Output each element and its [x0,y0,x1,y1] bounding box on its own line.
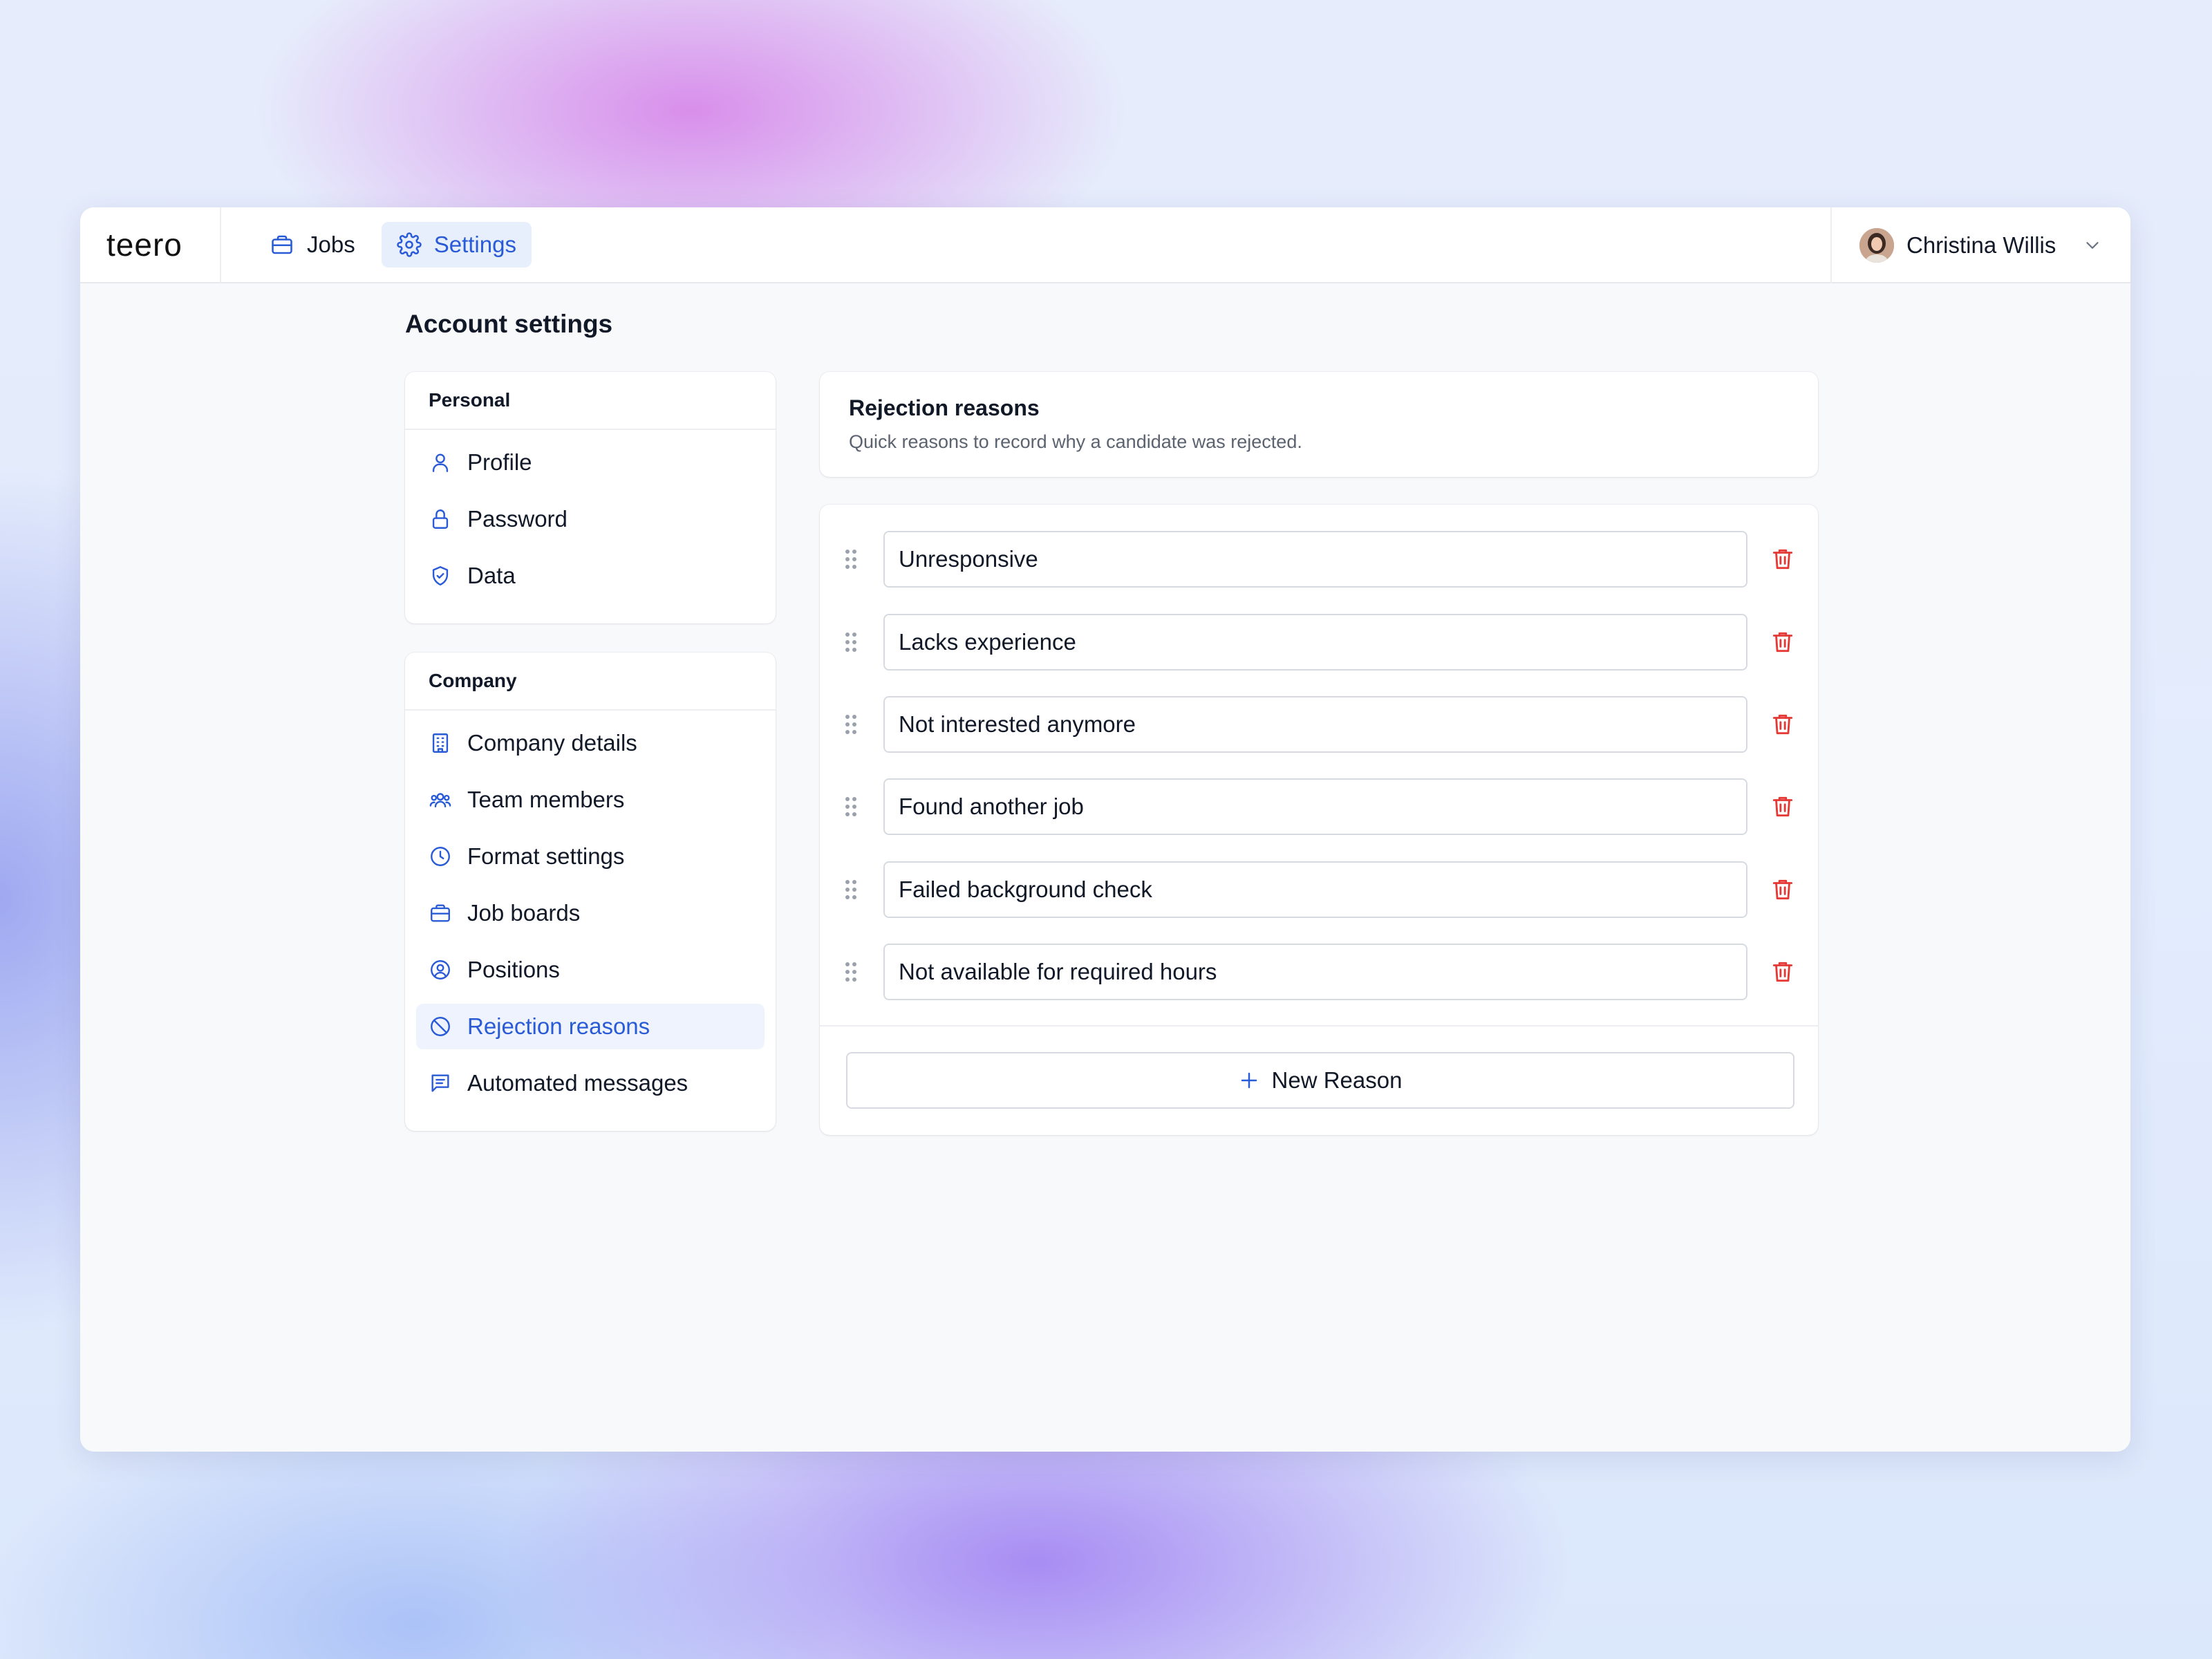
users-icon [429,793,451,808]
sidebar-item-password[interactable]: Password [416,496,765,542]
ban-icon [431,1017,450,1036]
trash-icon[interactable] [1770,711,1796,738]
top-bar: teero Jobs Settings Christina Willis [80,207,2130,283]
drag-handle-icon[interactable] [843,878,859,901]
sidebar-item-rejection-reasons[interactable]: Rejection reasons [416,1004,765,1049]
user-circle-icon [431,960,450,980]
nav-settings-label: Settings [433,232,516,257]
nav-jobs-label: Jobs [307,232,355,257]
app-logo[interactable]: teero [80,207,221,283]
shield-icon [432,566,449,585]
sidebar-item-team-members[interactable]: Team members [416,777,765,823]
chevron-down-icon [2086,242,2099,249]
divider [820,1025,1818,1027]
message-icon [431,1074,449,1092]
reason-input[interactable]: Unresponsive [883,531,1747,588]
sidebar-item-profile[interactable]: Profile [416,440,765,485]
company-settings-card: Company Company details Team members For… [405,653,776,1131]
briefcase-icon [272,235,292,254]
reason-input[interactable]: Lacks experience [883,614,1747,671]
sidebar-item-company-details[interactable]: Company details [416,720,765,766]
drag-handle-icon[interactable] [843,795,859,818]
sidebar-item-label: Team members [467,787,625,812]
main-nav: Jobs Settings [254,222,532,268]
nav-jobs[interactable]: Jobs [254,222,371,268]
sidebar-item-label: Format settings [467,843,625,869]
drag-handle-icon[interactable] [843,547,859,571]
plus-icon [1241,1072,1257,1089]
personal-settings-card: Personal Profile Password Data [405,372,776,624]
company-heading: Company [405,653,776,711]
sidebar-item-label: Data [467,563,516,588]
drag-handle-icon[interactable] [843,713,859,736]
reason-row: Failed background check [820,861,1818,918]
clock-icon [431,847,450,866]
reason-input[interactable]: Not available for required hours [883,944,1747,1000]
sidebar-item-label: Company details [467,730,637,756]
sidebar-item-label: Job boards [467,900,581,926]
app-window: teero Jobs Settings Christina Willis Acc… [80,207,2130,1452]
briefcase-icon [431,904,450,922]
lock-icon [432,509,449,529]
gear-icon [397,232,422,257]
personal-heading: Personal [405,372,776,430]
trash-icon[interactable] [1770,958,1796,986]
sidebar-item-job-boards[interactable]: Job boards [416,890,765,936]
reason-row: Unresponsive [820,531,1818,588]
drag-handle-icon[interactable] [843,960,859,984]
sidebar-item-positions[interactable]: Positions [416,947,765,993]
trash-icon[interactable] [1770,793,1796,821]
rejection-header-card: Rejection reasons Quick reasons to recor… [820,372,1818,477]
building-icon [432,733,449,753]
user-icon [432,453,449,472]
sidebar-item-label: Profile [467,449,532,475]
section-subtitle: Quick reasons to record why a candidate … [849,431,1302,452]
reason-input[interactable]: Found another job [883,778,1747,835]
new-reason-label: New Reason [1271,1067,1403,1093]
reason-row: Lacks experience [820,614,1818,671]
reason-row: Found another job [820,778,1818,835]
sidebar-item-label: Rejection reasons [467,1013,650,1039]
user-name: Christina Willis [1906,232,2056,258]
new-reason-button[interactable]: New Reason [846,1052,1794,1109]
nav-settings[interactable]: Settings [381,222,532,268]
trash-icon[interactable] [1770,876,1796,903]
sidebar-item-automated-messages[interactable]: Automated messages [416,1060,765,1106]
sidebar-item-format-settings[interactable]: Format settings [416,834,765,879]
rejection-list-card: Unresponsive Lacks experience Not intere… [820,505,1818,1135]
sidebar-item-label: Automated messages [467,1070,688,1096]
trash-icon[interactable] [1770,545,1796,573]
trash-icon[interactable] [1770,628,1796,656]
reason-row: Not available for required hours [820,944,1818,1000]
sidebar-item-label: Password [467,506,568,532]
user-menu[interactable]: Christina Willis [1830,207,2130,283]
page-title: Account settings [405,310,613,338]
reason-row: Not interested anymore [820,696,1818,753]
sidebar-item-data[interactable]: Data [416,553,765,599]
reason-input[interactable]: Not interested anymore [883,696,1747,753]
section-title: Rejection reasons [849,395,1040,420]
sidebar-item-label: Positions [467,957,560,982]
drag-handle-icon[interactable] [843,630,859,654]
reason-input[interactable]: Failed background check [883,861,1747,918]
avatar [1859,228,1894,263]
